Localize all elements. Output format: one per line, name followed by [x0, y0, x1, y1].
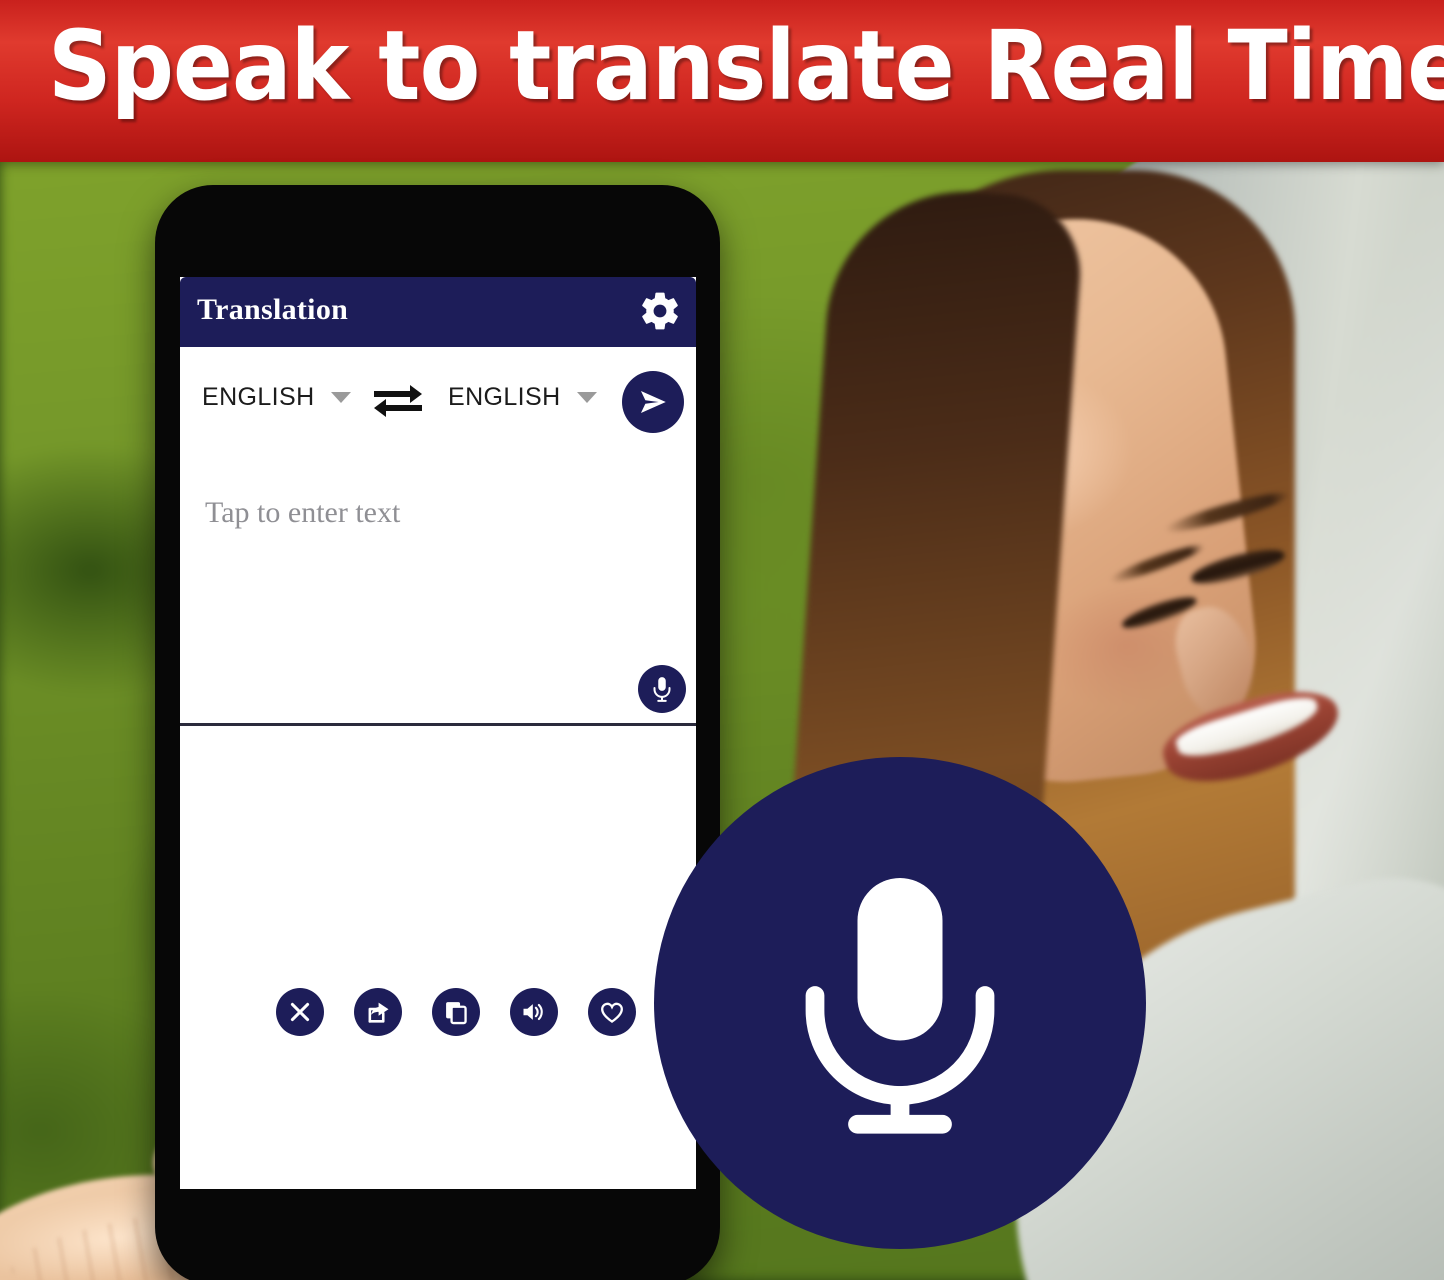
clear-button[interactable] [276, 988, 324, 1036]
gear-icon[interactable] [638, 289, 682, 333]
page-title: Translation [197, 293, 349, 326]
phone-screen: Translation ENGLISH ENGLISH Tap to enter… [180, 277, 696, 1189]
promo-screenshot: Speak to translate Real Time Voice Trans… [0, 0, 1444, 1280]
source-text-placeholder: Tap to enter text [205, 496, 401, 529]
favorite-button[interactable] [588, 988, 636, 1036]
copy-button[interactable] [432, 988, 480, 1036]
microphone-badge[interactable] [654, 757, 1146, 1249]
language-bar: ENGLISH ENGLISH [180, 347, 696, 451]
action-bar [180, 988, 696, 1036]
chevron-down-icon [330, 392, 351, 403]
source-language-dropdown[interactable]: ENGLISH [202, 383, 351, 412]
app-bar: Translation [180, 277, 696, 347]
swap-arrows-icon[interactable] [370, 379, 426, 423]
source-language-label: ENGLISH [202, 383, 315, 411]
source-text-area[interactable]: Tap to enter text [180, 451, 696, 726]
target-language-dropdown[interactable]: ENGLISH [448, 383, 597, 412]
phone-mockup: Translation ENGLISH ENGLISH Tap to enter… [155, 185, 720, 1280]
send-button[interactable] [622, 371, 684, 433]
share-button[interactable] [354, 988, 402, 1036]
chevron-down-icon [576, 392, 597, 403]
target-language-label: ENGLISH [448, 383, 561, 411]
headline-text: Speak to translate Real Time Voice [48, 10, 1444, 122]
microphone-icon-small[interactable] [638, 665, 686, 713]
speak-button[interactable] [510, 988, 558, 1036]
headline-banner: Speak to translate Real Time Voice [0, 0, 1444, 162]
result-text-area[interactable] [180, 726, 696, 1189]
